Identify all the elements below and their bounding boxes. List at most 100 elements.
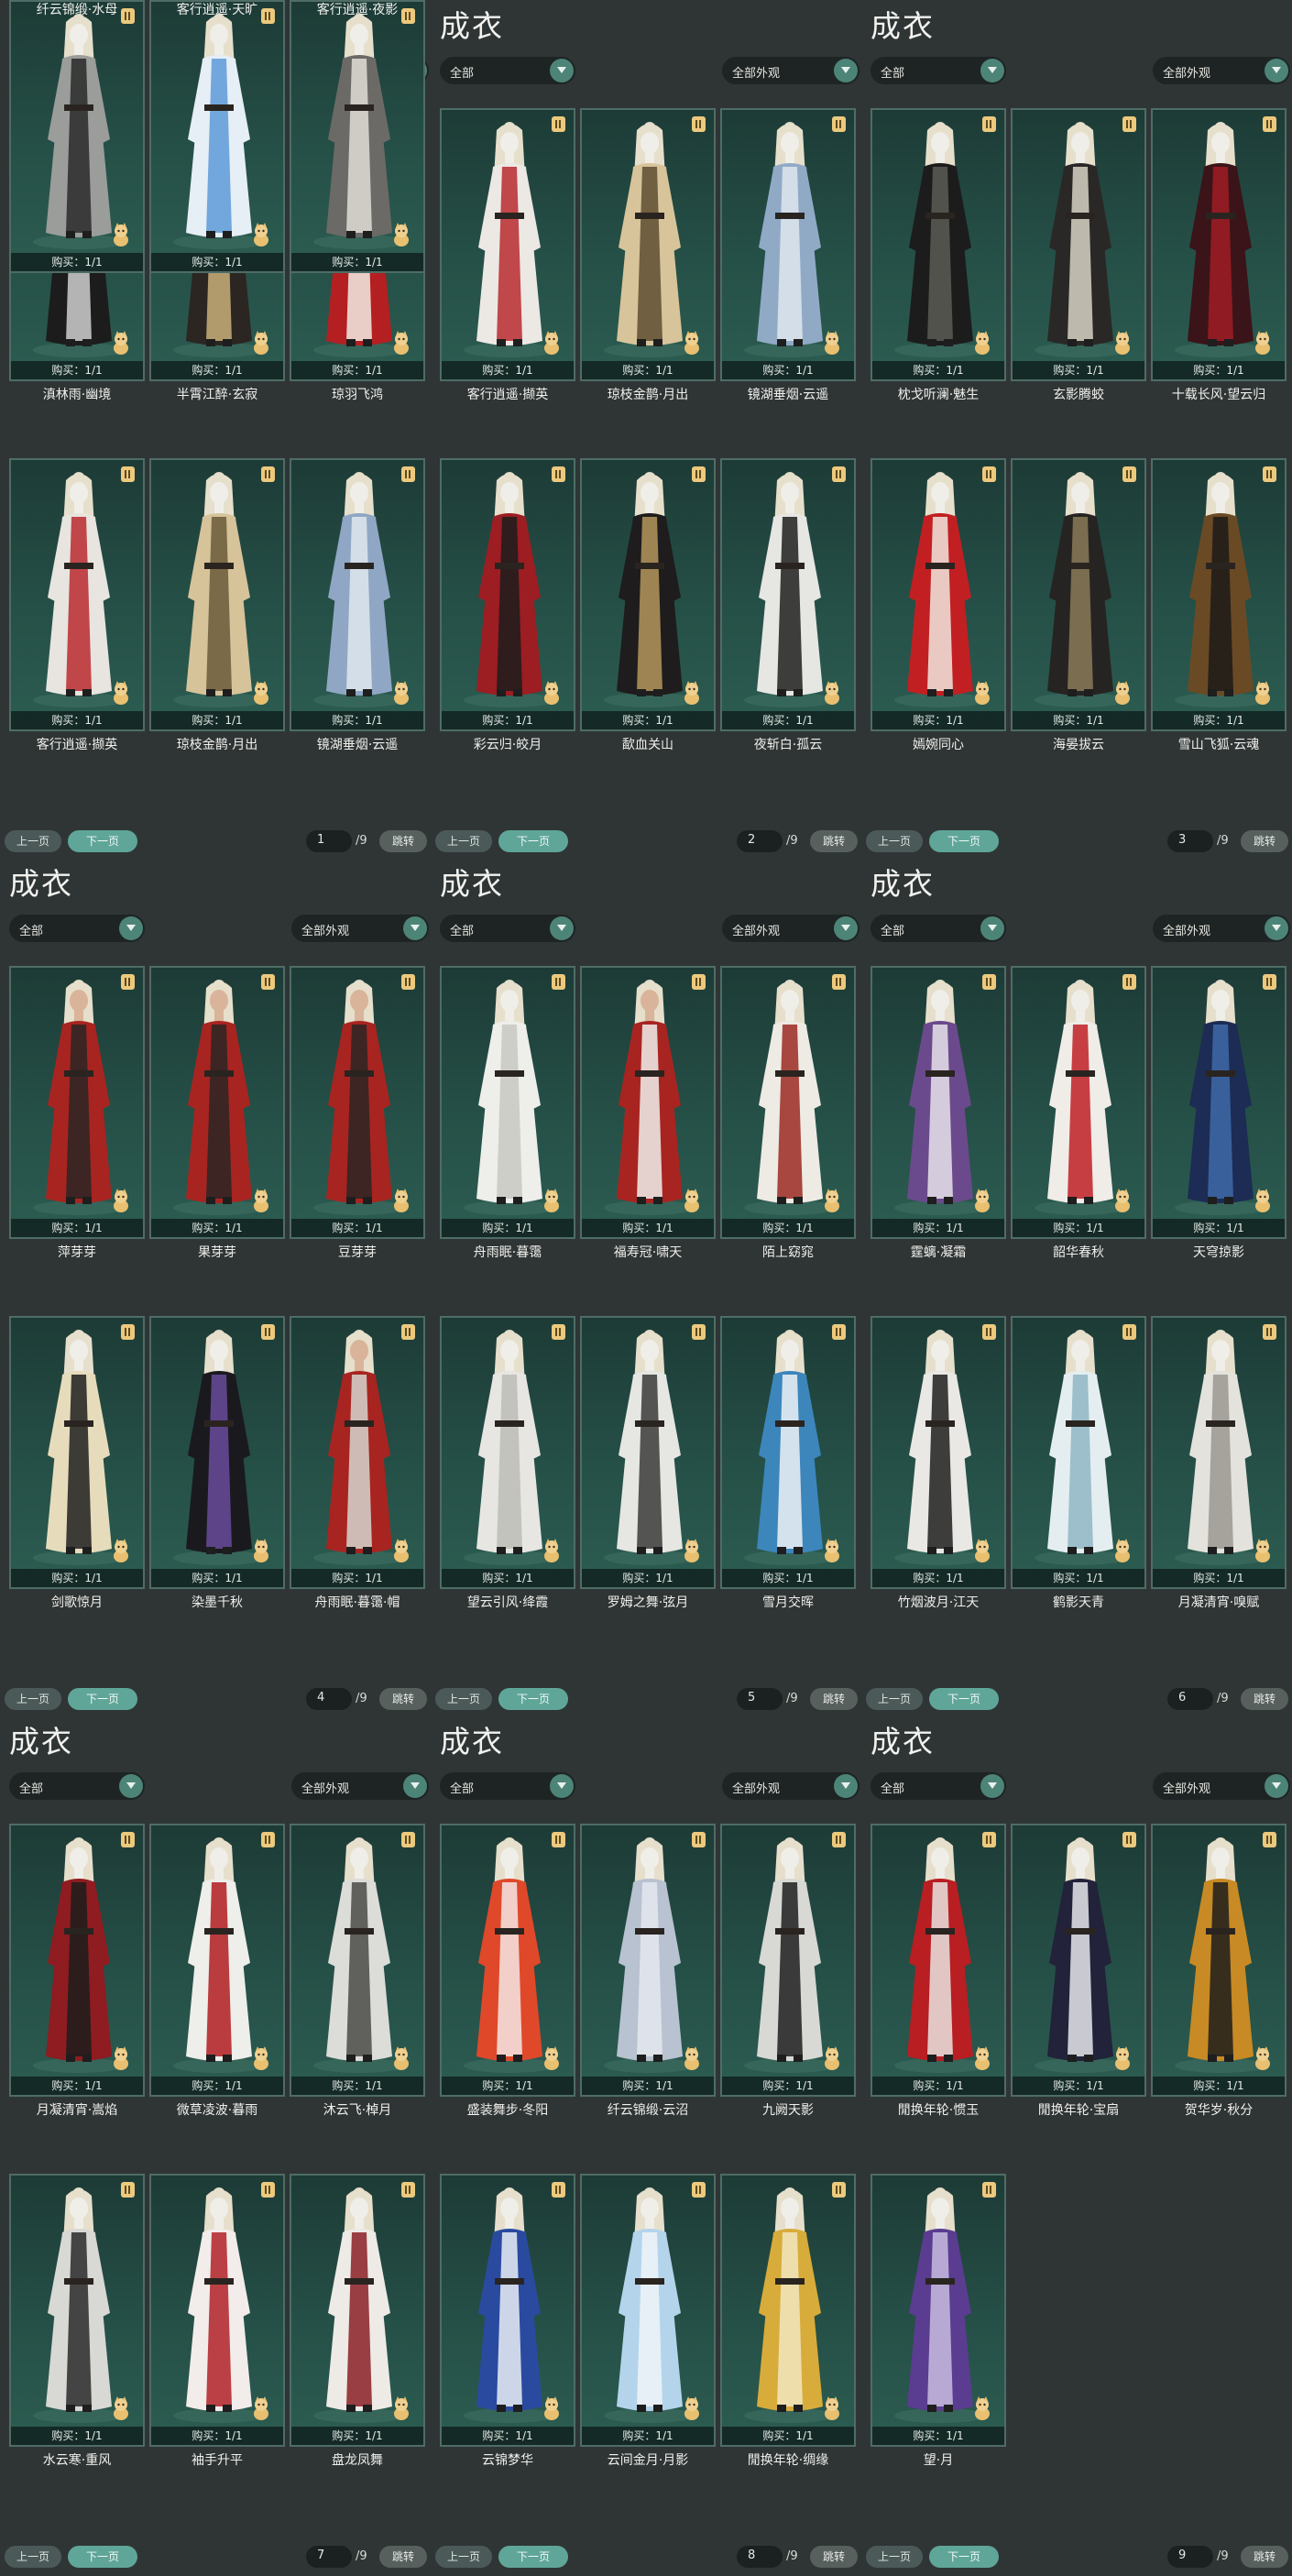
jump-page-button[interactable]: 跳转 <box>1241 1688 1288 1710</box>
chevron-down-icon[interactable] <box>1265 916 1288 940</box>
category-filter-dropdown[interactable]: 全部 <box>9 1772 145 1800</box>
trash-icon[interactable] <box>692 974 706 990</box>
trash-icon[interactable] <box>552 2182 565 2198</box>
outfit-card[interactable]: 购买：1/1 <box>1151 108 1287 381</box>
outfit-card[interactable]: 购买：1/1 <box>440 1824 575 2097</box>
prev-page-button[interactable]: 上一页 <box>866 2546 923 2568</box>
next-page-button[interactable]: 下一页 <box>498 2546 568 2568</box>
trash-icon[interactable] <box>121 2182 135 2198</box>
next-page-button[interactable]: 下一页 <box>68 830 137 852</box>
trash-icon[interactable] <box>401 1832 415 1847</box>
outfit-card[interactable]: 购买：1/1 <box>149 2174 285 2447</box>
category-filter-dropdown[interactable]: 全部 <box>9 915 145 942</box>
outfit-card[interactable]: 购买：1/1 <box>149 1824 285 2097</box>
trash-icon[interactable] <box>1263 1324 1276 1340</box>
trash-icon[interactable] <box>401 974 415 990</box>
page-number-input[interactable]: 4 <box>306 1688 352 1710</box>
trash-icon[interactable] <box>1263 1832 1276 1847</box>
jump-page-button[interactable]: 跳转 <box>810 830 858 852</box>
outfit-card[interactable]: 购买：1/1 <box>440 458 575 731</box>
trash-icon[interactable] <box>1122 466 1136 482</box>
outfit-card[interactable]: 购买：1/1 <box>870 1824 1006 2097</box>
outfit-card[interactable]: 购买：1/1 <box>290 966 425 1239</box>
trash-icon[interactable] <box>982 2182 996 2198</box>
chevron-down-icon[interactable] <box>980 59 1004 82</box>
outfit-card[interactable]: 购买：1/1 <box>290 2174 425 2447</box>
outfit-card[interactable]: 购买：1/1 <box>149 0 285 273</box>
chevron-down-icon[interactable] <box>550 916 574 940</box>
next-page-button[interactable]: 下一页 <box>929 1688 999 1710</box>
trash-icon[interactable] <box>692 466 706 482</box>
chevron-down-icon[interactable] <box>980 916 1004 940</box>
chevron-down-icon[interactable] <box>834 1774 858 1798</box>
category-filter-dropdown[interactable]: 全部 <box>870 915 1006 942</box>
outfit-card[interactable]: 购买：1/1 <box>870 966 1006 1239</box>
trash-icon[interactable] <box>1122 1832 1136 1847</box>
page-number-input[interactable]: 6 <box>1167 1688 1213 1710</box>
next-page-button[interactable]: 下一页 <box>498 830 568 852</box>
trash-icon[interactable] <box>1122 974 1136 990</box>
outfit-card[interactable]: 购买：1/1 <box>720 966 856 1239</box>
outfit-card[interactable]: 购买：1/1 <box>9 2174 145 2447</box>
chevron-down-icon[interactable] <box>550 1774 574 1798</box>
outfit-card[interactable]: 购买：1/1 <box>720 458 856 731</box>
chevron-down-icon[interactable] <box>1265 59 1288 82</box>
trash-icon[interactable] <box>982 974 996 990</box>
jump-page-button[interactable]: 跳转 <box>810 2546 858 2568</box>
prev-page-button[interactable]: 上一页 <box>435 1688 492 1710</box>
outfit-card[interactable]: 购买：1/1 <box>720 1316 856 1589</box>
outfit-card[interactable]: 购买：1/1 <box>1151 1824 1287 2097</box>
trash-icon[interactable] <box>1122 1324 1136 1340</box>
prev-page-button[interactable]: 上一页 <box>5 1688 61 1710</box>
trash-icon[interactable] <box>832 974 846 990</box>
outfit-card[interactable]: 购买：1/1 <box>1011 966 1146 1239</box>
outfit-card[interactable]: 购买：1/1 <box>1011 1316 1146 1589</box>
jump-page-button[interactable]: 跳转 <box>810 1688 858 1710</box>
trash-icon[interactable] <box>832 116 846 132</box>
trash-icon[interactable] <box>832 1324 846 1340</box>
outfit-card[interactable]: 购买：1/1 <box>9 0 145 273</box>
trash-icon[interactable] <box>261 1832 275 1847</box>
page-number-input[interactable]: 7 <box>306 2546 352 2568</box>
trash-icon[interactable] <box>982 116 996 132</box>
outfit-card[interactable]: 购买：1/1 <box>1151 1316 1287 1589</box>
page-number-input[interactable]: 8 <box>737 2546 783 2568</box>
outfit-card[interactable]: 购买：1/1 <box>1011 1824 1146 2097</box>
page-number-input[interactable]: 1 <box>306 830 352 852</box>
next-page-button[interactable]: 下一页 <box>498 1688 568 1710</box>
appearance-filter-dropdown[interactable]: 全部外观 <box>722 1772 860 1800</box>
outfit-card[interactable]: 购买：1/1 <box>580 108 716 381</box>
trash-icon[interactable] <box>552 1324 565 1340</box>
trash-icon[interactable] <box>982 466 996 482</box>
trash-icon[interactable] <box>692 1324 706 1340</box>
page-number-input[interactable]: 3 <box>1167 830 1213 852</box>
prev-page-button[interactable]: 上一页 <box>5 830 61 852</box>
outfit-card[interactable]: 购买：1/1 <box>1151 966 1287 1239</box>
outfit-card[interactable]: 购买：1/1 <box>720 108 856 381</box>
appearance-filter-dropdown[interactable]: 全部外观 <box>291 915 429 942</box>
trash-icon[interactable] <box>401 1324 415 1340</box>
outfit-card[interactable]: 购买：1/1 <box>440 2174 575 2447</box>
jump-page-button[interactable]: 跳转 <box>379 1688 427 1710</box>
appearance-filter-dropdown[interactable]: 全部外观 <box>1153 915 1290 942</box>
category-filter-dropdown[interactable]: 全部 <box>440 915 575 942</box>
chevron-down-icon[interactable] <box>834 916 858 940</box>
trash-icon[interactable] <box>261 466 275 482</box>
trash-icon[interactable] <box>832 1832 846 1847</box>
trash-icon[interactable] <box>121 1832 135 1847</box>
trash-icon[interactable] <box>121 1324 135 1340</box>
jump-page-button[interactable]: 跳转 <box>379 2546 427 2568</box>
trash-icon[interactable] <box>1263 466 1276 482</box>
chevron-down-icon[interactable] <box>1265 1774 1288 1798</box>
prev-page-button[interactable]: 上一页 <box>435 2546 492 2568</box>
chevron-down-icon[interactable] <box>980 1774 1004 1798</box>
chevron-down-icon[interactable] <box>550 59 574 82</box>
outfit-card[interactable]: 购买：1/1 <box>720 2174 856 2447</box>
appearance-filter-dropdown[interactable]: 全部外观 <box>722 57 860 84</box>
prev-page-button[interactable]: 上一页 <box>866 830 923 852</box>
category-filter-dropdown[interactable]: 全部 <box>440 57 575 84</box>
next-page-button[interactable]: 下一页 <box>68 1688 137 1710</box>
outfit-card[interactable]: 购买：1/1 <box>9 1824 145 2097</box>
trash-icon[interactable] <box>261 1324 275 1340</box>
trash-icon[interactable] <box>552 1832 565 1847</box>
